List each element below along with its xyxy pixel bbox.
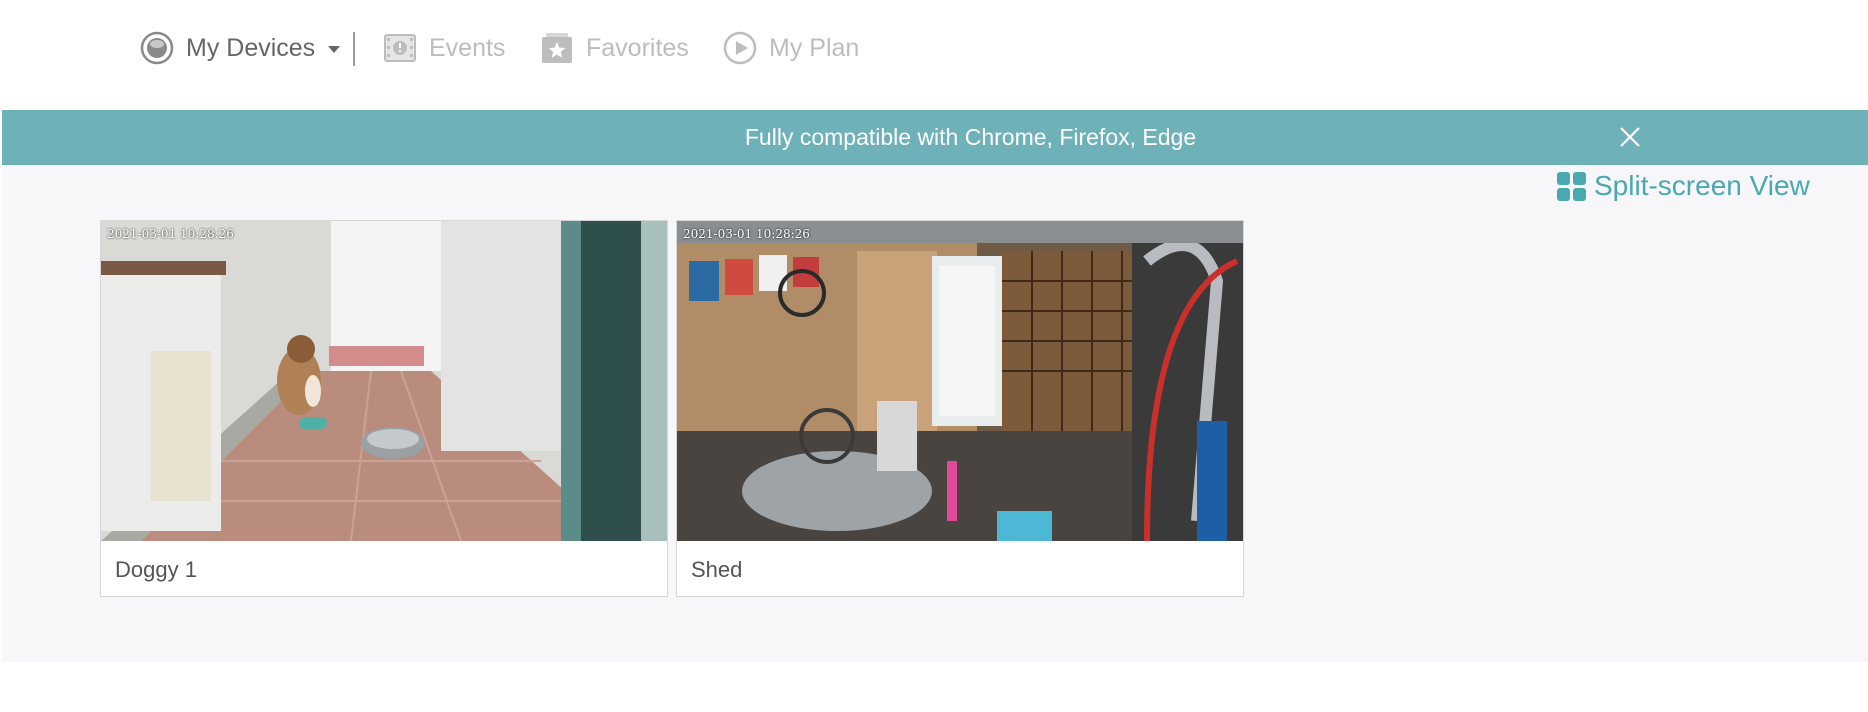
nav-favorites-label: Favorites — [586, 33, 689, 62]
compatibility-banner: Fully compatible with Chrome, Firefox, E… — [2, 110, 1868, 165]
nav-favorites[interactable]: Favorites — [540, 28, 689, 68]
favorites-icon — [540, 31, 574, 65]
camera-name: Doggy 1 — [115, 557, 197, 582]
nav-my-plan[interactable]: My Plan — [723, 28, 859, 68]
camera-snapshot[interactable]: 2021-03-01 10:28:26 — [101, 221, 667, 541]
camera-card-shed[interactable]: 2021-03-01 10:28:26 Shed — [676, 220, 1244, 597]
play-icon — [723, 31, 757, 65]
camera-card-doggy[interactable]: 2021-03-01 10:28:26 Doggy 1 — [100, 220, 668, 597]
events-icon — [383, 31, 417, 65]
nav-events[interactable]: Events — [383, 28, 505, 68]
grid-icon — [1557, 171, 1586, 201]
camera-snapshot[interactable]: 2021-03-01 10:28:26 — [677, 221, 1243, 541]
camera-timestamp: 2021-03-01 10:28:26 — [107, 227, 234, 241]
close-icon[interactable] — [1618, 125, 1642, 149]
nav-events-label: Events — [429, 33, 506, 62]
nav-my-devices[interactable]: My Devices — [140, 28, 341, 68]
device-grid-area: Split-screen View 2021-03-01 10:28:26 Do… — [2, 165, 1868, 662]
camera-timestamp: 2021-03-01 10:28:26 — [683, 227, 810, 241]
device-icon — [140, 31, 174, 65]
split-screen-view-label: Split-screen View — [1594, 170, 1810, 201]
nav-divider — [353, 32, 355, 66]
camera-name: Shed — [691, 557, 743, 582]
banner-text: Fully compatible with Chrome, Firefox, E… — [744, 124, 1197, 150]
top-navigation: My Devices Events Favorites My Plan — [0, 0, 1868, 110]
nav-my-devices-label: My Devices — [186, 33, 316, 62]
nav-my-plan-label: My Plan — [769, 33, 860, 62]
chevron-down-icon[interactable] — [328, 46, 341, 53]
split-screen-view-button[interactable]: Split-screen View — [1557, 167, 1810, 205]
